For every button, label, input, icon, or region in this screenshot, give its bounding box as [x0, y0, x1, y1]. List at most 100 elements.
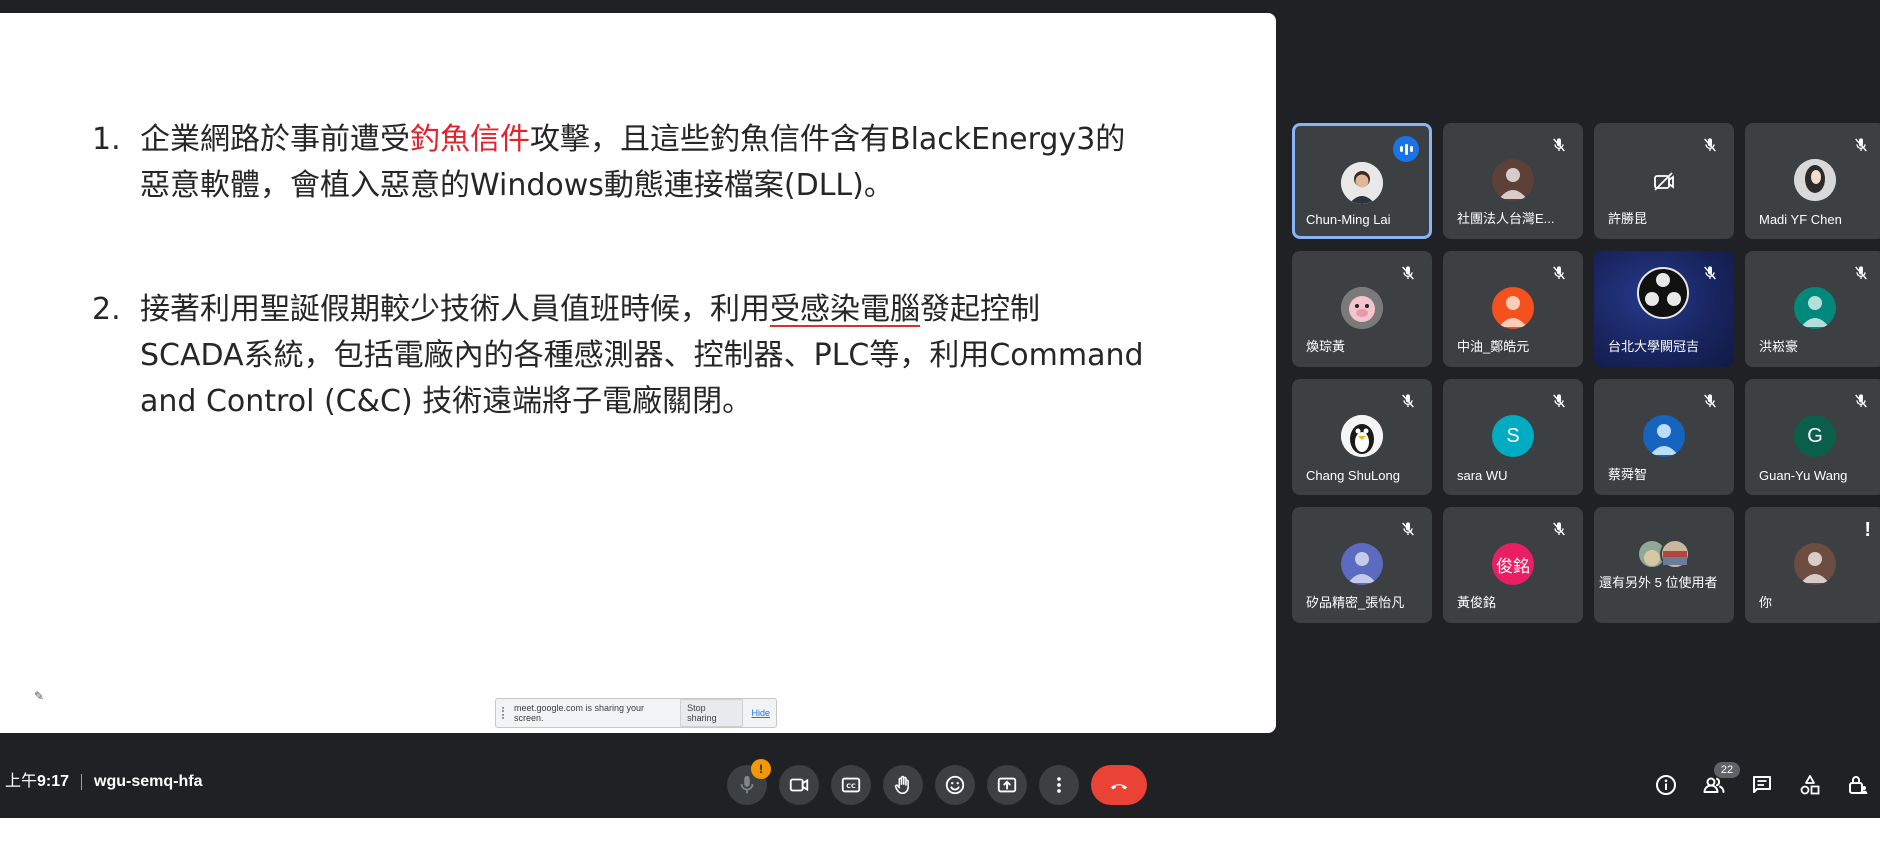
pen-icon[interactable]: ✎: [34, 689, 48, 703]
control-bar: 上午9:17 wgu-semq-hfa ! CC 22: [0, 745, 1880, 818]
participant-tile[interactable]: 煥琮黃: [1292, 251, 1432, 367]
stop-sharing-button[interactable]: Stop sharing: [680, 699, 744, 727]
participant-tile[interactable]: S sara WU: [1443, 379, 1583, 495]
obs-logo-icon: [1637, 267, 1689, 319]
present-icon: [997, 777, 1017, 793]
screen-share-notice: meet.google.com is sharing your screen. …: [495, 698, 777, 728]
mic-off-icon: [1553, 394, 1565, 408]
participant-tile[interactable]: Chang ShuLong: [1292, 379, 1432, 495]
highlight-text: 釣魚信件: [410, 122, 530, 157]
speaking-indicator-icon: [1393, 136, 1419, 162]
avatar: 俊銘: [1492, 543, 1534, 585]
mic-off-icon: [1704, 394, 1716, 408]
avatar: [1341, 415, 1383, 457]
participant-name: 還有另外 5 位使用者: [1599, 575, 1718, 590]
meet-window: 1. 企業網路於事前遭受釣魚信件攻擊，且這些釣魚信件含有BlackEnergy3…: [0, 0, 1880, 818]
participant-tile[interactable]: 蔡舜智: [1594, 379, 1734, 495]
avatar-initial: S: [1506, 424, 1520, 447]
camera-button[interactable]: [779, 765, 819, 805]
participant-tile[interactable]: 俊銘 黃俊銘: [1443, 507, 1583, 623]
participant-name: 社團法人台灣E...: [1457, 211, 1555, 226]
participant-name: Chang ShuLong: [1306, 468, 1400, 483]
participant-tile[interactable]: 許勝昆: [1594, 123, 1734, 239]
self-tile[interactable]: ! 你: [1745, 507, 1880, 623]
participant-tile[interactable]: 台北大學闕冠吉: [1594, 251, 1734, 367]
raise-hand-button[interactable]: [883, 765, 923, 805]
people-button[interactable]: 22: [1694, 762, 1740, 805]
slide-bullet-1: 1. 企業網路於事前遭受釣魚信件攻擊，且這些釣魚信件含有BlackEnergy3…: [92, 117, 1202, 209]
participant-count-badge: 22: [1714, 762, 1740, 778]
svg-text:CC: CC: [846, 782, 856, 790]
participant-name: Guan-Yu Wang: [1759, 468, 1848, 483]
participant-tile[interactable]: 洪崧豪: [1745, 251, 1880, 367]
activities-icon: [1800, 775, 1820, 795]
participant-tile[interactable]: 社團法人台灣E...: [1443, 123, 1583, 239]
chat-icon: [1753, 776, 1771, 793]
bullet-text: 接著利用聖誕假期較少技術人員值班時候，利用: [140, 292, 770, 327]
presentation-screen: 1. 企業網路於事前遭受釣魚信件攻擊，且這些釣魚信件含有BlackEnergy3…: [0, 13, 1276, 733]
bullet-number: 1.: [92, 122, 121, 157]
meeting-details-button[interactable]: [1646, 765, 1686, 805]
mic-off-icon: [1402, 394, 1414, 408]
meeting-code: wgu-semq-hfa: [94, 773, 203, 790]
participant-name: 蔡舜智: [1608, 467, 1648, 482]
mic-off-icon: [1704, 266, 1716, 280]
participant-name: 煥琮黃: [1306, 339, 1346, 354]
info-icon: [1656, 775, 1676, 795]
avatar: G: [1794, 415, 1836, 457]
lock-person-icon: [1849, 776, 1868, 794]
participant-name: 洪崧豪: [1759, 339, 1799, 354]
participant-name: Madi YF Chen: [1759, 212, 1842, 227]
more-options-button[interactable]: [1039, 765, 1079, 805]
participant-tile[interactable]: Madi YF Chen: [1745, 123, 1880, 239]
participant-name: 台北大學闕冠吉: [1608, 339, 1700, 354]
participant-tile[interactable]: 中油_鄭皓元: [1443, 251, 1583, 367]
slide-bullet-2: 2. 接著利用聖誕假期較少技術人員值班時候，利用受感染電腦發起控制 SCADA系…: [92, 287, 1202, 425]
mic-alert-badge: !: [751, 759, 771, 779]
bullet-text: 企業網路於事前遭受: [140, 122, 410, 157]
captions-button[interactable]: CC: [831, 765, 871, 805]
host-controls-button[interactable]: [1838, 765, 1878, 805]
mic-off-icon: [1402, 266, 1414, 280]
mic-off-icon: [1855, 266, 1867, 280]
avatar: [1794, 543, 1836, 585]
mic-off-icon: [1553, 522, 1565, 536]
participant-tile[interactable]: Chun-Ming Lai: [1292, 123, 1432, 239]
avatar: [1794, 159, 1836, 201]
avatar-initial: 俊銘: [1496, 556, 1530, 576]
activities-button[interactable]: [1790, 765, 1830, 805]
avatar: [1492, 287, 1534, 329]
mic-off-icon: [1553, 266, 1565, 280]
hide-button[interactable]: Hide: [751, 708, 770, 718]
leave-call-button[interactable]: [1091, 765, 1147, 805]
meeting-info: 上午9:17 wgu-semq-hfa: [5, 767, 203, 791]
bullet-number: 2.: [92, 292, 121, 327]
end-call-icon: [1110, 784, 1128, 790]
clock-time: 9:17: [37, 773, 70, 790]
drag-handle-icon[interactable]: [502, 707, 506, 719]
avatar: S: [1492, 415, 1534, 457]
mic-off-icon: [1855, 394, 1867, 408]
participant-tile[interactable]: 矽品精密_張怡凡: [1292, 507, 1432, 623]
participant-name: Chun-Ming Lai: [1306, 212, 1391, 227]
chat-button[interactable]: [1742, 765, 1782, 805]
microphone-button[interactable]: !: [727, 759, 771, 805]
bullet-text: 惡意軟體，會植入惡意的Windows動態連接檔案(DLL)。: [140, 168, 894, 203]
participant-tile[interactable]: G Guan-Yu Wang: [1745, 379, 1880, 495]
avatar: [1643, 415, 1685, 457]
hand-icon: [894, 775, 909, 795]
participant-name: 許勝昆: [1608, 211, 1648, 226]
bullet-text: 發起控制: [920, 292, 1040, 327]
mic-off-icon: [1704, 138, 1716, 152]
share-message: meet.google.com is sharing your screen.: [513, 703, 645, 723]
participant-name: 你: [1759, 595, 1773, 610]
participant-tile[interactable]: 還有另外 5 位使用者: [1594, 507, 1734, 623]
emoji-button[interactable]: [935, 765, 975, 805]
bullet-text: SCADA系統，包括電廠內的各種感測器、控制器、PLC等，利用Command: [140, 338, 1144, 373]
captions-icon: CC: [841, 777, 861, 793]
participant-name: 矽品精密_張怡凡: [1306, 595, 1405, 610]
more-participants-avatars: [1637, 539, 1690, 569]
participant-name: 黃俊銘: [1457, 595, 1497, 610]
present-screen-button[interactable]: [987, 765, 1027, 805]
bullet-text: and Control (C&C) 技術遠端將子電廠關閉。: [140, 384, 753, 419]
